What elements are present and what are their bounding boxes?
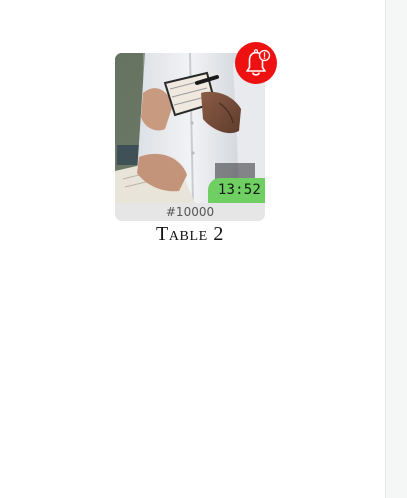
table-name-label[interactable]: Table 2: [115, 223, 265, 246]
elapsed-time-badge: 13:52: [207, 178, 265, 203]
order-number: #10000: [115, 203, 265, 221]
scrollbar-track[interactable]: [385, 0, 407, 498]
alert-button[interactable]: [235, 42, 277, 84]
bell-alert-icon: [246, 49, 271, 76]
table-overview-page: 13:52 #10000 Table 2: [0, 0, 407, 498]
